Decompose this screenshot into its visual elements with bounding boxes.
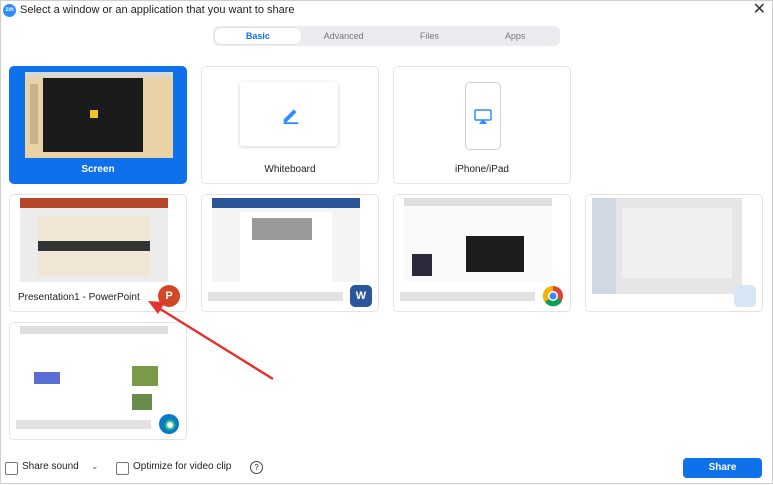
airplay-icon: [474, 109, 492, 124]
blurred-thumbnail: [592, 198, 742, 294]
powerpoint-thumbnail: [20, 198, 168, 282]
chrome-icon: [543, 286, 563, 307]
tile-label-screen: Screen: [81, 164, 115, 175]
share-tile-chrome[interactable]: [393, 194, 571, 312]
share-tile-iphone-ipad[interactable]: iPhone/iPad: [393, 66, 571, 184]
share-tile-word[interactable]: W: [201, 194, 379, 312]
footer-bar: Share sound ⌄ Optimize for video clip ? …: [1, 456, 773, 484]
title-bar: zm Select a window or an application tha…: [1, 1, 773, 21]
word-thumbnail: [212, 198, 360, 282]
share-tile-powerpoint[interactable]: Presentation1 - PowerPoint P: [9, 194, 187, 312]
tab-apps[interactable]: Apps: [472, 28, 558, 44]
share-tile-blurred-app[interactable]: [585, 194, 763, 312]
blurred-title: [208, 292, 343, 301]
share-tile-edge[interactable]: [9, 322, 187, 440]
optimize-video-label: Optimize for video clip: [133, 461, 232, 472]
whiteboard-card: [240, 82, 338, 146]
edge-thumbnail: [20, 326, 168, 410]
chevron-down-icon[interactable]: ⌄: [91, 461, 99, 472]
tile-label-iphone-ipad: iPhone/iPad: [455, 164, 509, 175]
tile-label-powerpoint: Presentation1 - PowerPoint: [18, 292, 140, 303]
blurred-app-icon: [734, 285, 756, 307]
tab-files[interactable]: Files: [387, 28, 473, 44]
chrome-thumbnail: [404, 198, 552, 282]
word-icon: W: [350, 285, 372, 307]
blurred-title: [16, 420, 151, 429]
powerpoint-icon: P: [158, 285, 180, 307]
dialog-title: Select a window or an application that y…: [20, 4, 295, 16]
share-button[interactable]: Share: [683, 458, 762, 478]
tab-basic[interactable]: Basic: [215, 28, 301, 44]
close-icon[interactable]: ✕: [753, 1, 766, 19]
optimize-video-checkbox[interactable]: [116, 462, 129, 475]
tab-advanced[interactable]: Advanced: [301, 28, 387, 44]
screen-thumbnail: [25, 72, 173, 158]
share-tile-screen[interactable]: Screen: [9, 66, 187, 184]
share-tabs: Basic Advanced Files Apps: [213, 26, 560, 46]
share-tile-whiteboard[interactable]: Whiteboard: [201, 66, 379, 184]
help-icon[interactable]: ?: [250, 461, 263, 474]
share-sound-label: Share sound: [22, 461, 79, 472]
share-sound-checkbox[interactable]: [5, 462, 18, 475]
phone-icon: [465, 82, 501, 150]
blurred-title: [400, 292, 535, 301]
zoom-logo-icon: zm: [3, 4, 16, 17]
edge-icon: [159, 414, 179, 434]
tile-label-whiteboard: Whiteboard: [264, 164, 316, 175]
pencil-icon: [283, 109, 299, 125]
